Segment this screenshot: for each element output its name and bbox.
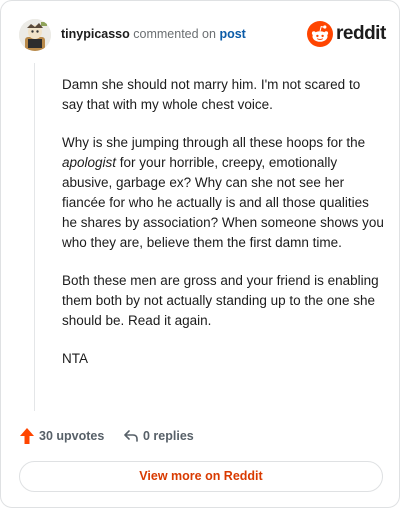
avatar-image <box>19 19 51 51</box>
view-more-button[interactable]: View more on Reddit <box>19 461 383 492</box>
upvote-arrow-icon <box>20 428 34 444</box>
comment-paragraph-1: Damn she should not marry him. I'm not s… <box>62 77 361 112</box>
comment-paragraph-4: NTA <box>62 351 88 366</box>
upvotes-count: 30 upvotes <box>39 429 105 443</box>
comment-meta: tinypicasso commented on post <box>61 27 246 41</box>
user-avatar[interactable] <box>19 19 51 51</box>
upvotes-stat[interactable]: 30 upvotes <box>19 426 119 446</box>
reddit-wordmark: reddit <box>336 23 386 44</box>
post-link[interactable]: post <box>219 27 245 41</box>
comment-stats: 30 upvotes 0 replies <box>19 426 381 446</box>
commented-on-text: commented on <box>133 27 216 41</box>
thread-line <box>34 63 35 411</box>
comment-paragraph-3: Both these men are gross and your friend… <box>62 273 379 328</box>
reply-arrow-icon <box>124 430 138 442</box>
reddit-logo[interactable]: reddit <box>307 21 386 47</box>
comment-embed-card: tinypicasso commented on post reddit Dam… <box>0 0 400 508</box>
username[interactable]: tinypicasso <box>61 27 130 41</box>
emphasized-word: apologist <box>62 155 117 170</box>
comment-header: tinypicasso commented on post reddit <box>19 19 386 51</box>
comment-paragraph-2: Why is she jumping through all these hoo… <box>62 133 384 253</box>
comment-body: Damn she should not marry him. I'm not s… <box>62 75 384 369</box>
reddit-snoo-icon <box>307 21 333 47</box>
replies-stat[interactable]: 0 replies <box>123 426 223 446</box>
replies-count: 0 replies <box>143 429 194 443</box>
comment-text: Why is she jumping through all these hoo… <box>62 135 366 150</box>
